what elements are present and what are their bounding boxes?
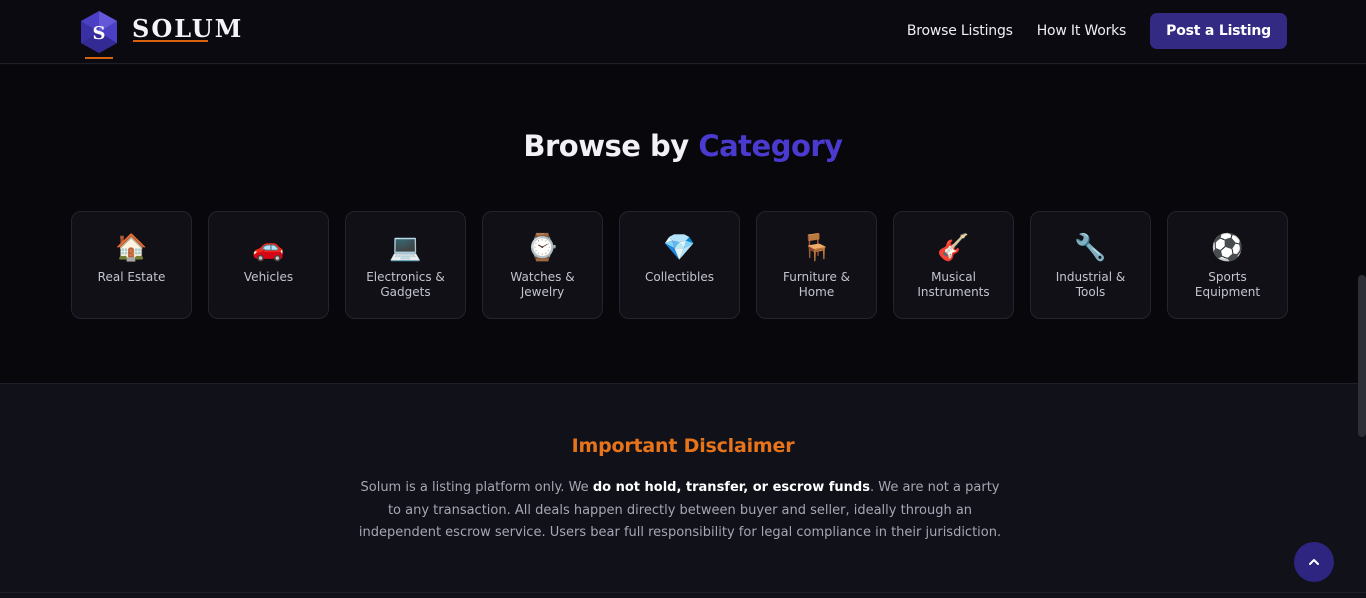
wrench-icon: 🔧 bbox=[1074, 233, 1107, 263]
category-card-musical[interactable]: 🎸 Musical Instruments bbox=[893, 211, 1014, 319]
category-label: Musical Instruments bbox=[917, 270, 990, 299]
category-title-prefix: Browse by bbox=[523, 129, 689, 163]
chair-icon: 🪑 bbox=[800, 233, 833, 263]
logo-badge-underline bbox=[85, 57, 113, 59]
disclaimer-text-before: Solum is a listing platform only. We bbox=[360, 480, 593, 495]
category-label: Collectibles bbox=[645, 270, 714, 284]
scrollbar-thumb[interactable] bbox=[1358, 275, 1366, 437]
category-card-real-estate[interactable]: 🏠 Real Estate bbox=[71, 211, 192, 319]
category-grid: 🏠 Real Estate 🚗 Vehicles 💻 Electronics &… bbox=[71, 211, 1288, 319]
soccer-ball-icon: ⚽ bbox=[1211, 233, 1244, 263]
scroll-to-top-button[interactable] bbox=[1294, 542, 1334, 582]
category-card-sports[interactable]: ⚽ Sports Equipment bbox=[1167, 211, 1288, 319]
divider bbox=[0, 592, 1366, 593]
brand-underline bbox=[133, 40, 208, 42]
brand-name: SOLUM bbox=[132, 13, 244, 43]
post-listing-button[interactable]: Post a Listing bbox=[1150, 13, 1287, 49]
gem-icon: 💎 bbox=[663, 233, 696, 263]
disclaimer-title: Important Disclaimer bbox=[571, 435, 795, 457]
category-label: Sports Equipment bbox=[1194, 270, 1261, 299]
logo-badge: S bbox=[79, 10, 119, 59]
category-card-industrial[interactable]: 🔧 Industrial & Tools bbox=[1030, 211, 1151, 319]
house-icon: 🏠 bbox=[115, 233, 148, 263]
guitar-icon: 🎸 bbox=[937, 233, 970, 263]
category-label: Furniture & Home bbox=[782, 270, 851, 299]
category-label: Watches & Jewelry bbox=[510, 270, 575, 299]
main-nav: Browse Listings How It Works Post a List… bbox=[907, 13, 1287, 49]
logo-link[interactable]: S SOLUM bbox=[79, 8, 244, 59]
disclaimer-text: Solum is a listing platform only. We do … bbox=[355, 477, 1005, 545]
category-card-watches[interactable]: ⌚ Watches & Jewelry bbox=[482, 211, 603, 319]
disclaimer-section: Important Disclaimer Solum is a listing … bbox=[0, 383, 1366, 598]
category-title-accent: Category bbox=[698, 129, 843, 163]
chevron-up-icon bbox=[1309, 559, 1319, 565]
category-card-collectibles[interactable]: 💎 Collectibles bbox=[619, 211, 740, 319]
category-section: Browse by Category 🏠 Real Estate 🚗 Vehic… bbox=[0, 65, 1366, 383]
category-title: Browse by Category bbox=[0, 129, 1366, 163]
category-card-furniture[interactable]: 🪑 Furniture & Home bbox=[756, 211, 877, 319]
laptop-icon: 💻 bbox=[389, 233, 422, 263]
category-label: Electronics & Gadgets bbox=[366, 270, 445, 299]
site-header: S SOLUM Browse Listings How It Works Pos… bbox=[0, 0, 1366, 64]
category-label: Vehicles bbox=[243, 270, 294, 284]
disclaimer-text-bold: do not hold, transfer, or escrow funds bbox=[592, 480, 870, 495]
nav-browse-listings[interactable]: Browse Listings bbox=[907, 23, 1013, 39]
category-card-vehicles[interactable]: 🚗 Vehicles bbox=[208, 211, 329, 319]
category-label: Real Estate bbox=[97, 270, 166, 284]
category-card-electronics[interactable]: 💻 Electronics & Gadgets bbox=[345, 211, 466, 319]
category-label: Industrial & Tools bbox=[1055, 270, 1126, 299]
car-icon: 🚗 bbox=[252, 233, 285, 263]
watch-icon: ⌚ bbox=[526, 233, 559, 263]
nav-how-it-works[interactable]: How It Works bbox=[1037, 23, 1127, 39]
logo-badge-letter: S bbox=[93, 23, 106, 44]
